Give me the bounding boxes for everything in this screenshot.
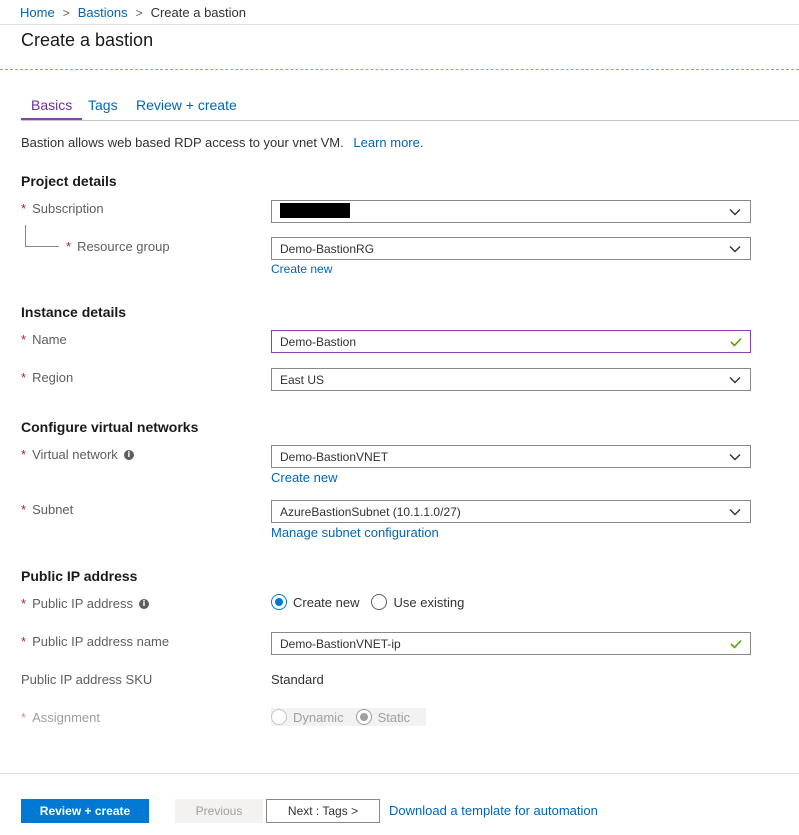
resource-group-label: * Resource group [66, 239, 170, 254]
download-template-link[interactable]: Download a template for automation [389, 803, 598, 818]
virtual-network-label-text: Virtual network [32, 447, 118, 462]
required-marker: * [66, 239, 72, 254]
tab-review-create[interactable]: Review + create [136, 97, 237, 118]
assignment-radio-group: Dynamic Static [271, 708, 427, 726]
required-marker: * [21, 634, 27, 649]
checkmark-icon [722, 639, 750, 649]
region-label: * Region [21, 370, 73, 385]
resource-group-value: Demo-BastionRG [280, 241, 375, 256]
page-title: Create a bastion [21, 30, 154, 50]
region-label-text: Region [32, 370, 74, 385]
info-icon[interactable]: i [139, 598, 149, 609]
name-label: * Name [21, 332, 67, 347]
public-ip-name-value: Demo-BastionVNET-ip [280, 636, 401, 651]
review-create-button[interactable]: Review + create [21, 799, 149, 823]
redacted-block [280, 202, 350, 218]
radio-dynamic-label: Dynamic [293, 709, 344, 725]
public-ip-label: * Public IP address i [21, 596, 149, 611]
next-tags-button[interactable]: Next : Tags > [266, 799, 380, 823]
public-ip-name-input[interactable]: Demo-BastionVNET-ip [271, 632, 751, 655]
subnet-value: AzureBastionSubnet (10.1.1.0/27) [280, 504, 461, 519]
name-label-text: Name [32, 332, 67, 347]
public-ip-sku-value: Standard [271, 672, 324, 687]
virtual-network-create-new-link[interactable]: Create new [271, 470, 337, 485]
tabs-divider [21, 120, 799, 121]
name-input[interactable]: Demo-Bastion [271, 330, 751, 353]
resource-group-select[interactable]: Demo-BastionRG [271, 237, 751, 260]
tree-connector [25, 225, 59, 247]
chevron-down-icon [720, 208, 750, 216]
subscription-value [272, 202, 720, 221]
required-marker: * [21, 502, 27, 517]
footer-divider [0, 773, 799, 774]
intro-text: Bastion allows web based RDP access to y… [21, 135, 423, 150]
radio-dot [275, 598, 283, 606]
virtual-network-label: * Virtual network i [21, 447, 134, 462]
subscription-select[interactable] [271, 200, 751, 223]
breadcrumb-separator: > [135, 5, 143, 20]
breadcrumb-current: Create a bastion [150, 5, 246, 20]
name-value: Demo-Bastion [280, 334, 357, 349]
assignment-label-text: Assignment [32, 710, 100, 725]
public-ip-name-label-text: Public IP address name [32, 634, 170, 649]
section-instance-details: Instance details [21, 304, 127, 320]
region-select[interactable]: East US [271, 368, 751, 391]
breadcrumb-home[interactable]: Home [20, 5, 55, 20]
required-marker: * [21, 447, 27, 462]
radio-use-existing-label[interactable]: Use existing [393, 595, 464, 610]
subscription-label-text: Subscription [32, 201, 104, 216]
info-icon[interactable]: i [123, 449, 134, 460]
radio-create-new-label[interactable]: Create new [293, 595, 359, 610]
subscription-label: * Subscription [21, 201, 104, 216]
radio-create-new[interactable] [271, 594, 287, 610]
breadcrumb-separator: > [62, 5, 70, 20]
header-divider [0, 69, 799, 70]
chevron-down-icon [720, 245, 750, 253]
required-marker: * [21, 710, 27, 725]
intro-description: Bastion allows web based RDP access to y… [21, 135, 344, 150]
previous-button: Previous [175, 799, 263, 823]
learn-more-link[interactable]: Learn more. [353, 135, 423, 150]
required-marker: * [21, 596, 27, 611]
tab-tags[interactable]: Tags [88, 97, 118, 118]
chevron-down-icon [720, 508, 750, 516]
required-marker: * [21, 370, 27, 385]
subnet-label-text: Subnet [32, 502, 74, 517]
assignment-label: * Assignment [21, 710, 100, 725]
radio-static-label: Static [377, 709, 411, 725]
virtual-network-value: Demo-BastionVNET [280, 449, 389, 464]
checkmark-icon [722, 337, 750, 347]
breadcrumb: Home > Bastions > Create a bastion [20, 5, 246, 20]
radio-static [355, 709, 372, 725]
radio-dot [359, 713, 368, 721]
resource-group-label-text: Resource group [77, 239, 170, 254]
resource-group-create-new-link[interactable]: Create new [271, 262, 332, 276]
manage-subnet-link[interactable]: Manage subnet configuration [271, 525, 439, 540]
required-marker: * [21, 332, 27, 347]
subnet-select[interactable]: AzureBastionSubnet (10.1.1.0/27) [271, 500, 751, 523]
breadcrumb-bastions[interactable]: Bastions [78, 5, 128, 20]
public-ip-name-label: * Public IP address name [21, 634, 169, 649]
subnet-label: * Subnet [21, 502, 73, 517]
public-ip-sku-label-text: Public IP address SKU [21, 672, 153, 687]
public-ip-radio-group: Create new Use existing [271, 594, 476, 610]
radio-dynamic [271, 709, 287, 725]
section-project-details: Project details [21, 173, 117, 189]
public-ip-sku-label: Public IP address SKU [21, 672, 152, 687]
virtual-network-select[interactable]: Demo-BastionVNET [271, 445, 751, 468]
tab-basics[interactable]: Basics [21, 97, 83, 120]
section-public-ip: Public IP address [21, 568, 138, 584]
required-marker: * [21, 201, 27, 216]
chevron-down-icon [720, 453, 750, 461]
region-value: East US [280, 372, 325, 387]
radio-use-existing[interactable] [371, 594, 388, 610]
section-virtual-networks: Configure virtual networks [21, 419, 199, 435]
top-divider [0, 24, 799, 25]
chevron-down-icon [720, 376, 750, 384]
public-ip-label-text: Public IP address [32, 596, 133, 611]
